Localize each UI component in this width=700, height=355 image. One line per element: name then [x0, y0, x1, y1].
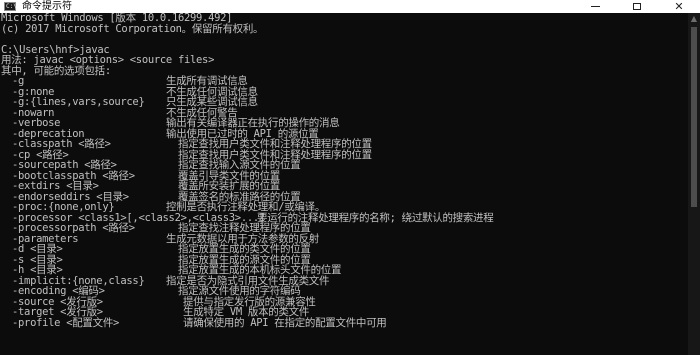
option-row: -source <发行版> 提供与指定发行版的源兼容性 [1, 296, 689, 308]
option-flag: -verbose [12, 117, 61, 129]
option-description: 指定查找用户类文件和注释处理程序的位置 [178, 138, 372, 150]
maximize-icon [633, 3, 641, 10]
window-title: 命令提示符 [22, 1, 72, 12]
option-description: 指定源文件使用的字符编码 [178, 285, 301, 297]
console-output[interactable]: Microsoft Windows [版本 10.0.16299.492] (c… [0, 13, 689, 355]
option-description: 生成特定 VM 版本的类文件 [183, 306, 310, 318]
console-line: 用法: javac <options> <source files> [1, 54, 215, 66]
option-flag: -g [12, 75, 25, 87]
option-flag: -classpath <路径> [12, 138, 111, 150]
option-list: -g 生成所有调试信息 -g:none 不生成任何调试信息 -g:{lines,vars… [1, 76, 689, 328]
option-flag: -g:{lines,vars,source} [12, 96, 145, 108]
option-flag: -target <发行版> [12, 306, 103, 318]
close-icon: ✕ [674, 0, 684, 13]
vertical-scrollbar[interactable]: ▲ [688, 13, 700, 355]
console-window: C:\ 命令提示符 ✕ Microsoft Windows [版本 10.0.1… [0, 0, 700, 355]
option-row: -bootclasspath <路径> 覆盖引导类文件的位置 [1, 170, 689, 182]
option-row: -processorpath <路径> 指定查找注释处理程序的位置 [1, 223, 689, 234]
option-row: -s <目录> 指定放置生成的源文件的位置 [1, 254, 689, 266]
option-description: 只生成某些调试信息 [166, 96, 258, 108]
option-flag: -sourcepath <路径> [12, 159, 117, 171]
option-flag: -profile <配置文件> [12, 316, 120, 329]
option-row: -target <发行版> 生成特定 VM 版本的类文件 [1, 307, 689, 318]
option-description: 控制是否执行注释处理和/或编译。 [166, 201, 326, 213]
minimize-icon [590, 6, 600, 7]
option-description: 指定查找输入源文件的位置 [178, 159, 301, 171]
option-description: 指定查找注释处理程序的位置 [178, 222, 311, 234]
option-flag: -extdirs <目录> [12, 180, 99, 192]
option-row: -nowarn 不生成任何警告 [1, 107, 689, 119]
console-line: 其中, 可能的选项包括: [1, 64, 111, 77]
console-line: (c) 2017 Microsoft Corporation。保留所有权利。 [1, 22, 264, 35]
option-row: -g:{lines,vars,source} 只生成某些调试信息 [1, 97, 689, 108]
option-description: 输出有关编译器正在执行的操作的消息 [166, 117, 340, 129]
option-row: -profile <配置文件> 请确保使用的 API 在指定的配置文件中可用 [1, 316, 689, 329]
option-row: -h <目录> 指定放置生成的本机标头文件的位置 [1, 265, 689, 276]
option-description: 覆盖所安装扩展的位置 [178, 180, 280, 192]
option-row: -proc:{none,only} 控制是否执行注释处理和/或编译。 [1, 202, 689, 213]
option-row: -encoding <编码> 指定源文件使用的字符编码 [1, 286, 689, 297]
option-row: -verbose 输出有关编译器正在执行的操作的消息 [1, 118, 689, 129]
option-row: -g 生成所有调试信息 [1, 76, 689, 87]
option-row: -d <目录> 指定放置生成的类文件的位置 [1, 244, 689, 255]
scroll-up-icon[interactable]: ▲ [688, 13, 700, 25]
option-row: -parameters 生成元数据以用于方法参数的反射 [1, 233, 689, 245]
option-flag: -encoding <编码> [12, 285, 105, 297]
option-flag: -d <目录> [12, 243, 63, 255]
maximize-button[interactable] [616, 0, 658, 13]
option-description: 生成所有调试信息 [166, 75, 248, 87]
option-description: 请确保使用的 API 在指定的配置文件中可用 [183, 316, 387, 329]
title-bar[interactable]: C:\ 命令提示符 ✕ [0, 0, 700, 13]
close-button[interactable]: ✕ [658, 0, 700, 13]
option-description: 指定放置生成的本机标头文件的位置 [178, 264, 342, 276]
option-flag: -proc:{none,only} [12, 201, 115, 213]
option-description: 指定放置生成的类文件的位置 [178, 243, 311, 255]
option-flag: -h <目录> [12, 264, 63, 276]
command-prompt-icon[interactable]: C:\ [4, 2, 17, 11]
option-flag: -processorpath <路径> [12, 222, 135, 234]
option-row: -sourcepath <路径> 指定查找输入源文件的位置 [1, 160, 689, 171]
scrollbar-thumb[interactable] [691, 27, 697, 207]
option-row: -classpath <路径> 指定查找用户类文件和注释处理程序的位置 [1, 139, 689, 150]
window-controls: ✕ [574, 0, 700, 13]
minimize-button[interactable] [574, 0, 616, 13]
console-line: Microsoft Windows [版本 10.0.16299.492] [1, 13, 233, 24]
option-row: -extdirs <目录> 覆盖所安装扩展的位置 [1, 181, 689, 192]
